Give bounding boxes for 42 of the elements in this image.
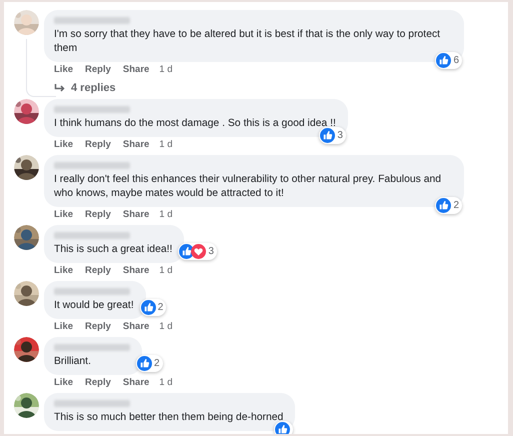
- comment-action-link[interactable]: Like: [54, 321, 74, 333]
- timestamp[interactable]: 1 d: [159, 139, 173, 151]
- comment-action-link[interactable]: Reply: [85, 209, 111, 221]
- comment-action-link[interactable]: Reply: [85, 265, 111, 277]
- reaction-badge[interactable]: 2: [136, 355, 163, 372]
- thumbs-up-icon: [140, 300, 156, 315]
- comment-action-link[interactable]: Like: [54, 265, 74, 277]
- comment-action-link[interactable]: Share: [122, 64, 150, 76]
- timestamp[interactable]: 1 d: [159, 321, 173, 333]
- comment-action-link[interactable]: Like: [54, 209, 74, 221]
- comment-text: It would be great!: [54, 299, 134, 313]
- comment-action-link[interactable]: Reply: [85, 321, 111, 333]
- timestamp[interactable]: 1 d: [159, 209, 173, 221]
- comment-action-link[interactable]: Share: [122, 209, 150, 221]
- view-replies-link[interactable]: 4 replies: [71, 81, 116, 95]
- timestamp[interactable]: 1 d: [159, 265, 173, 277]
- thumbs-up-icon: [320, 128, 336, 143]
- comment-action-link[interactable]: Reply: [85, 64, 111, 76]
- thumbs-up-icon: [436, 198, 452, 213]
- comment-action-link[interactable]: Like: [54, 377, 74, 389]
- comment-action-link[interactable]: Share: [122, 377, 150, 389]
- timestamp[interactable]: 1 d: [159, 377, 173, 389]
- comment-text: This is such a great idea!!: [54, 243, 172, 257]
- comment-action-link[interactable]: Share: [122, 321, 150, 333]
- comment-action-link[interactable]: Reply: [85, 139, 111, 151]
- comment-text: Brilliant.: [54, 355, 92, 369]
- comment-action-link[interactable]: Share: [122, 265, 150, 277]
- reply-arrow-icon: [54, 83, 66, 93]
- reaction-badge[interactable]: 3: [178, 243, 217, 260]
- reaction-badge[interactable]: 2: [435, 197, 462, 214]
- thumbs-up-icon: [137, 356, 152, 371]
- comment-action-link[interactable]: Share: [122, 139, 150, 151]
- comment-action-link[interactable]: Reply: [85, 377, 111, 389]
- comment-action-link[interactable]: Like: [54, 64, 74, 76]
- timestamp[interactable]: 1 d: [159, 64, 173, 76]
- reaction-badge[interactable]: [274, 421, 294, 434]
- thumbs-up-icon: [436, 53, 452, 68]
- reaction-badge[interactable]: 3: [319, 127, 346, 144]
- reaction-badge[interactable]: 6: [435, 52, 462, 69]
- comment-action-link[interactable]: Like: [54, 139, 74, 151]
- comment-text: This is so much better then them being de-horned: [54, 411, 284, 425]
- reaction-badge[interactable]: 2: [140, 299, 166, 316]
